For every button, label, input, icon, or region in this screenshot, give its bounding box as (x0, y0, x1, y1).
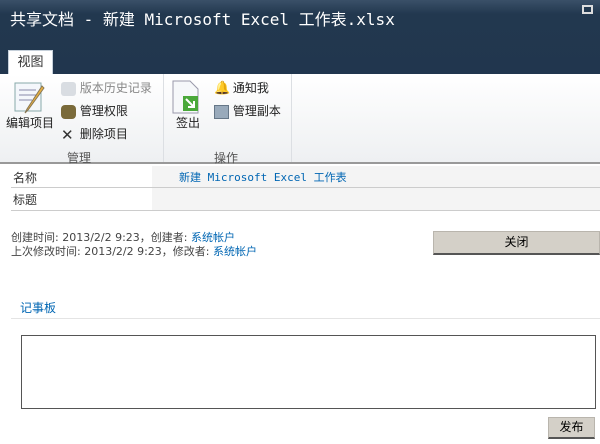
name-link[interactable]: 新建 Microsoft Excel 工作表 (179, 169, 347, 185)
divider (11, 318, 600, 319)
modified-text: 上次修改时间: 2013/2/2 9:23，修改者: (11, 245, 214, 258)
copies-icon (214, 104, 229, 119)
close-button[interactable]: 关闭 (433, 231, 600, 255)
divider (291, 74, 292, 162)
checkout-button[interactable]: 签出 (170, 80, 206, 130)
creator-link[interactable]: 系统帐户 (191, 231, 235, 244)
maximize-icon[interactable] (582, 5, 593, 14)
divider (163, 74, 164, 162)
manage-permissions-button[interactable]: 管理权限 (61, 102, 128, 119)
group-label-actions: 操作 (214, 151, 239, 165)
permissions-icon (61, 104, 76, 119)
version-history-button[interactable]: 版本历史记录 (61, 79, 152, 96)
tab-view[interactable]: 视图 (8, 50, 53, 74)
edit-document-icon (14, 82, 45, 114)
alert-me-button[interactable]: 🔔 通知我 (214, 79, 269, 96)
history-icon (61, 81, 76, 96)
created-text: 创建时间: 2013/2/2 9:23，创建者: (11, 231, 192, 244)
delete-x-icon: ✕ (61, 125, 74, 144)
field-row-title: 标题 (11, 188, 600, 211)
field-row-name: 名称 新建 Microsoft Excel 工作表 (11, 166, 600, 188)
delete-item-button[interactable]: ✕ 删除项目 (61, 125, 128, 142)
field-label: 标题 (13, 193, 38, 207)
window-title: 共享文档 - 新建 Microsoft Excel 工作表.xlsx (10, 10, 395, 29)
manage-copies-button[interactable]: 管理副本 (214, 102, 281, 119)
field-value (152, 188, 600, 210)
field-value: 新建 Microsoft Excel 工作表 (152, 166, 600, 187)
modifier-link[interactable]: 系统帐户 (213, 245, 257, 258)
item-metadata: 创建时间: 2013/2/2 9:23，创建者: 系统帐户 上次修改时间: 20… (11, 231, 257, 259)
notes-textarea[interactable] (21, 335, 596, 409)
bell-icon: 🔔 (214, 81, 231, 96)
notes-title: 记事板 (20, 301, 57, 315)
field-label: 名称 (13, 171, 38, 185)
group-label-manage: 管理 (67, 151, 92, 165)
checkout-icon (172, 80, 199, 114)
edit-item-button[interactable]: 编辑项目 (4, 80, 56, 130)
post-button[interactable]: 发布 (548, 417, 595, 439)
